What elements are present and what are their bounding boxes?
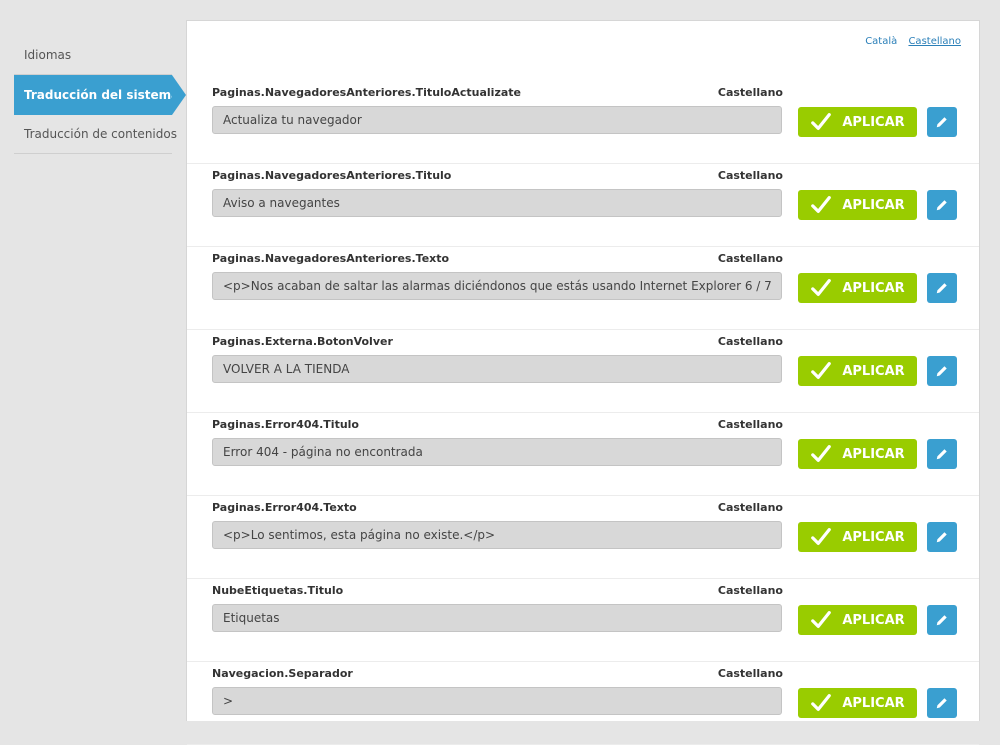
- translation-value-input[interactable]: [212, 521, 782, 549]
- translation-value-input[interactable]: [212, 355, 782, 383]
- translation-language: Castellano: [717, 501, 783, 514]
- translation-row: Paginas.NavegadoresAnteriores.Texto Cast…: [187, 247, 979, 330]
- translation-key: NubeEtiquetas.Titulo: [212, 584, 344, 597]
- edit-button[interactable]: [927, 273, 957, 303]
- edit-button[interactable]: [927, 439, 957, 469]
- pencil-icon: [936, 200, 947, 211]
- edit-button[interactable]: [927, 356, 957, 386]
- apply-button-label: APLICAR: [842, 612, 905, 628]
- apply-button[interactable]: APLICAR: [798, 439, 917, 469]
- edit-button[interactable]: [927, 190, 957, 220]
- apply-button-label: APLICAR: [842, 363, 905, 379]
- translation-language: Castellano: [717, 335, 783, 348]
- pencil-icon: [936, 366, 947, 377]
- pencil-icon: [936, 698, 947, 709]
- translation-row: Paginas.NavegadoresAnteriores.Titulo Cas…: [187, 164, 979, 247]
- checkmark-icon: [811, 445, 832, 463]
- language-switcher: Català Castellano: [857, 36, 961, 47]
- apply-button[interactable]: APLICAR: [798, 107, 917, 137]
- translation-key: Paginas.Error404.Titulo: [212, 418, 359, 431]
- pencil-icon: [936, 532, 947, 543]
- apply-button[interactable]: APLICAR: [798, 273, 917, 303]
- apply-button[interactable]: APLICAR: [798, 522, 917, 552]
- translation-list: Paginas.NavegadoresAnteriores.TituloActu…: [187, 81, 979, 745]
- translation-value-input[interactable]: [212, 604, 782, 632]
- edit-button[interactable]: [927, 522, 957, 552]
- translation-key: Paginas.Error404.Texto: [212, 501, 357, 514]
- edit-button[interactable]: [927, 605, 957, 635]
- checkmark-icon: [811, 694, 832, 712]
- checkmark-icon: [811, 113, 832, 131]
- pencil-icon: [936, 283, 947, 294]
- translation-language: Castellano: [717, 584, 783, 597]
- translation-key: Paginas.NavegadoresAnteriores.Titulo: [212, 169, 452, 182]
- apply-button-label: APLICAR: [842, 446, 905, 462]
- sidebar-item-traduccion-sistema[interactable]: Traducción del sistema: [14, 75, 186, 115]
- apply-button-label: APLICAR: [842, 280, 905, 296]
- sidebar-item-idiomas[interactable]: Idiomas: [14, 36, 172, 75]
- translation-language: Castellano: [717, 418, 783, 431]
- edit-button[interactable]: [927, 688, 957, 718]
- translation-row: NubeEtiquetas.Titulo Castellano APLICAR: [187, 579, 979, 662]
- pencil-icon: [936, 615, 947, 626]
- translation-row: Navegacion.Separador Castellano APLICAR: [187, 662, 979, 745]
- translation-value-input[interactable]: [212, 438, 782, 466]
- translation-language: Castellano: [717, 86, 783, 99]
- sidebar: Idiomas Traducción del sistema Traducció…: [14, 36, 186, 154]
- translation-panel: Català Castellano Paginas.NavegadoresAnt…: [186, 20, 980, 745]
- translation-key: Paginas.NavegadoresAnteriores.TituloActu…: [212, 86, 521, 99]
- translation-value-input[interactable]: [212, 687, 782, 715]
- translation-key: Paginas.Externa.BotonVolver: [212, 335, 393, 348]
- apply-button-label: APLICAR: [842, 695, 905, 711]
- translation-value-input[interactable]: [212, 272, 782, 300]
- checkmark-icon: [811, 611, 832, 629]
- translation-row: Paginas.Externa.BotonVolver Castellano A…: [187, 330, 979, 413]
- translation-row: Paginas.NavegadoresAnteriores.TituloActu…: [187, 81, 979, 164]
- checkmark-icon: [811, 362, 832, 380]
- apply-button[interactable]: APLICAR: [798, 356, 917, 386]
- sidebar-item-traduccion-contenidos[interactable]: Traducción de contenidos: [14, 115, 177, 154]
- apply-button-label: APLICAR: [842, 529, 905, 545]
- translation-key: Paginas.NavegadoresAnteriores.Texto: [212, 252, 450, 265]
- checkmark-icon: [811, 528, 832, 546]
- pencil-icon: [936, 449, 947, 460]
- translation-row: Paginas.Error404.Titulo Castellano APLIC…: [187, 413, 979, 496]
- translation-language: Castellano: [717, 169, 783, 182]
- apply-button[interactable]: APLICAR: [798, 605, 917, 635]
- apply-button-label: APLICAR: [842, 197, 905, 213]
- apply-button-label: APLICAR: [842, 114, 905, 130]
- translation-value-input[interactable]: [212, 106, 782, 134]
- translation-language: Castellano: [717, 667, 783, 680]
- edit-button[interactable]: [927, 107, 957, 137]
- apply-button[interactable]: APLICAR: [798, 190, 917, 220]
- pencil-icon: [936, 117, 947, 128]
- translation-key: Navegacion.Separador: [212, 667, 353, 680]
- translation-row: Paginas.Error404.Texto Castellano APLICA…: [187, 496, 979, 579]
- checkmark-icon: [811, 279, 832, 297]
- checkmark-icon: [811, 196, 832, 214]
- apply-button[interactable]: APLICAR: [798, 688, 917, 718]
- translation-value-input[interactable]: [212, 189, 782, 217]
- translation-language: Castellano: [717, 252, 783, 265]
- language-link-castellano[interactable]: Castellano: [908, 36, 961, 47]
- language-link-catala[interactable]: Català: [865, 36, 897, 47]
